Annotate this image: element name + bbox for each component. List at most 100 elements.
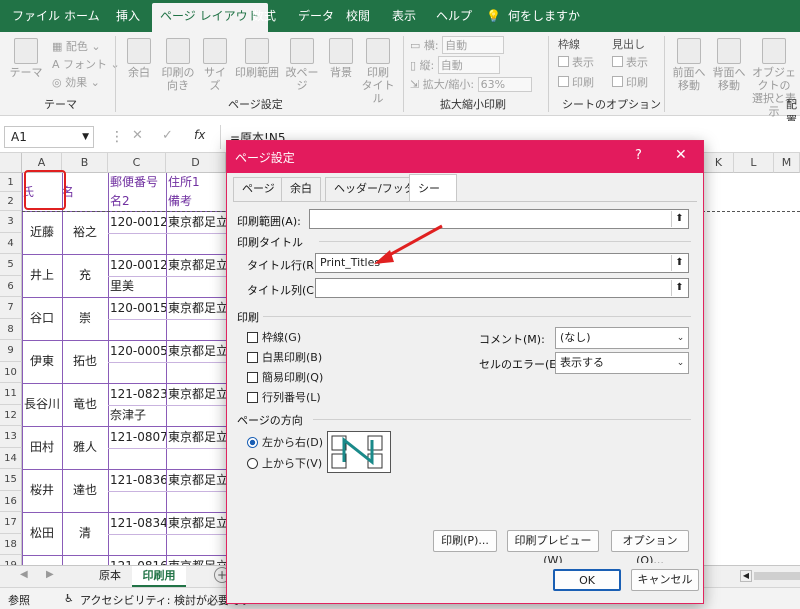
range-picker-icon[interactable]: ⬆ — [671, 211, 687, 227]
scale-control[interactable]: ⇲ 拡大/縮小: 63% — [410, 76, 532, 92]
headings-print-checkbox[interactable]: 印刷 — [612, 74, 648, 90]
cell-last-name[interactable]: 桜井 — [22, 469, 62, 512]
gridlines-checkbox[interactable]: 枠線(G) — [247, 329, 301, 345]
sheet-tab-print[interactable]: 印刷用 — [132, 566, 186, 587]
cell-address[interactable]: 東京都足立 — [168, 340, 228, 362]
row-header[interactable]: 18 — [0, 534, 22, 555]
draft-checkbox[interactable]: 簡易印刷(Q) — [247, 369, 323, 385]
cell-address[interactable]: 東京都足立 — [168, 297, 228, 319]
scroll-left-icon[interactable]: ◀ — [740, 570, 752, 582]
gridlines-print-checkbox[interactable]: 印刷 — [558, 74, 594, 90]
breaks-button[interactable]: 改ページ — [282, 38, 322, 92]
cell-address[interactable]: 東京都足立 — [168, 383, 228, 405]
cell-header-address[interactable]: 住所1 — [168, 173, 228, 192]
row-header[interactable]: 12 — [0, 405, 22, 426]
column-header-c[interactable]: C — [108, 153, 166, 173]
print-button[interactable]: 印刷(P)... — [433, 530, 497, 552]
column-header-l[interactable]: L — [734, 153, 774, 173]
tab-review[interactable]: 校閲 — [338, 0, 378, 32]
tab-data[interactable]: データ — [290, 0, 342, 32]
comments-select[interactable]: (なし) ⌄ — [555, 327, 689, 349]
row-header[interactable]: 16 — [0, 491, 22, 512]
cell-header-note[interactable]: 備考 — [168, 192, 228, 211]
cell-address[interactable]: 東京都足立 — [168, 211, 228, 233]
black-white-checkbox[interactable]: 白黒印刷(B) — [247, 349, 322, 365]
tab-page[interactable]: ページ — [233, 177, 284, 201]
options-button[interactable]: オプション(O)... — [611, 530, 689, 567]
tab-margins[interactable]: 余白 — [281, 177, 321, 201]
effects-button[interactable]: ◎ 効果 ⌄ — [52, 74, 100, 90]
row-header[interactable]: 14 — [0, 448, 22, 469]
title-cols-field[interactable]: ⬆ — [315, 278, 689, 298]
cell-zip[interactable]: 120-0012 — [110, 254, 168, 276]
cell-zip[interactable]: 121-0836 — [110, 469, 168, 491]
tell-me-search[interactable]: 何をしますか — [500, 0, 588, 32]
size-button[interactable]: サイズ — [200, 38, 230, 92]
colors-button[interactable]: ▦ 配色 ⌄ — [52, 38, 101, 54]
top-to-bottom-radio[interactable]: 上から下(V) — [247, 455, 322, 471]
cell-header-first[interactable]: 名 — [62, 173, 108, 211]
cell-name2[interactable] — [110, 319, 168, 340]
row-header[interactable]: 13 — [0, 426, 22, 448]
column-header-k[interactable]: K — [704, 153, 734, 173]
name-box[interactable]: A1 ▼ — [4, 126, 94, 148]
cell-address[interactable]: 東京都足立 — [168, 254, 228, 276]
tab-formulas[interactable]: 数式 — [244, 0, 284, 32]
cell-last-name[interactable]: 近藤 — [22, 211, 62, 254]
print-preview-button[interactable]: 印刷プレビュー(W) — [507, 530, 599, 567]
cancel-button[interactable]: キャンセル — [631, 569, 699, 591]
print-titles-button[interactable]: 印刷 タイトル — [360, 38, 396, 105]
sheet-tab-original[interactable]: 原本 — [90, 566, 130, 587]
cell-name2[interactable] — [110, 491, 168, 512]
help-icon[interactable]: ? — [635, 148, 642, 163]
cell-header-name2[interactable]: 名2 — [110, 192, 168, 211]
column-header-m[interactable]: M — [774, 153, 800, 173]
themes-button[interactable]: テーマ — [8, 38, 44, 79]
tab-view[interactable]: 表示 — [384, 0, 424, 32]
row-header[interactable]: 8 — [0, 319, 22, 340]
cancel-icon[interactable]: ✕ — [132, 128, 143, 143]
cell-name2[interactable] — [110, 233, 168, 254]
send-backward-button[interactable]: 背面へ 移動 — [710, 38, 748, 92]
errors-select[interactable]: 表示する ⌄ — [555, 352, 689, 374]
row-header[interactable]: 11 — [0, 383, 22, 405]
print-area-field[interactable]: ⬆ — [309, 209, 689, 229]
height-control[interactable]: ▯ 縦: 自動 — [410, 56, 500, 74]
range-picker-icon[interactable]: ⬆ — [671, 280, 687, 296]
left-to-right-radio[interactable]: 左から右(D) — [247, 434, 323, 450]
column-header-b[interactable]: B — [62, 153, 108, 173]
cell-address[interactable]: 東京都足立 — [168, 426, 228, 448]
cell-address[interactable]: 東京都足立 — [168, 512, 228, 534]
row-header[interactable]: 6 — [0, 276, 22, 297]
cell-name2[interactable]: 里美 — [110, 276, 168, 297]
margins-button[interactable]: 余白 — [124, 38, 154, 79]
tab-sheet[interactable]: シート — [409, 174, 457, 223]
row-col-headers-checkbox[interactable]: 行列番号(L) — [247, 389, 321, 405]
row-header[interactable]: 4 — [0, 233, 22, 254]
cell-zip[interactable]: 120-0012 — [110, 211, 168, 233]
cell-last-name[interactable]: 伊東 — [22, 340, 62, 383]
row-header[interactable]: 2 — [0, 192, 22, 211]
tab-home[interactable]: ホーム — [56, 0, 108, 32]
cell-zip[interactable]: 121-0834 — [110, 512, 168, 534]
row-header[interactable]: 9 — [0, 340, 22, 362]
cell-header-zip[interactable]: 郵便番号 — [110, 173, 168, 192]
scroll-right-icon[interactable]: ▶ — [46, 569, 54, 580]
cell-last-name[interactable]: 松田 — [22, 512, 62, 555]
cell-zip[interactable]: 121-0807 — [110, 426, 168, 448]
cell-first-name[interactable]: 雅人 — [62, 426, 108, 469]
row-header[interactable]: 10 — [0, 362, 22, 383]
cell-first-name[interactable]: 充 — [62, 254, 108, 297]
cell-first-name[interactable]: 裕之 — [62, 211, 108, 254]
range-picker-icon[interactable]: ⬆ — [671, 255, 687, 271]
row-header[interactable]: 15 — [0, 469, 22, 491]
width-control[interactable]: ▭ 横: 自動 — [410, 36, 505, 54]
cell-last-name[interactable]: 谷口 — [22, 297, 62, 340]
horizontal-scrollbar[interactable] — [754, 572, 800, 580]
cell-first-name[interactable]: 竜也 — [62, 383, 108, 426]
row-header[interactable]: 1 — [0, 173, 22, 192]
insert-function-icon[interactable]: fx — [194, 128, 205, 142]
bring-forward-button[interactable]: 前面へ 移動 — [670, 38, 708, 92]
column-header-d[interactable]: D — [166, 153, 226, 173]
cell-last-name[interactable]: 長谷川 — [22, 383, 62, 426]
